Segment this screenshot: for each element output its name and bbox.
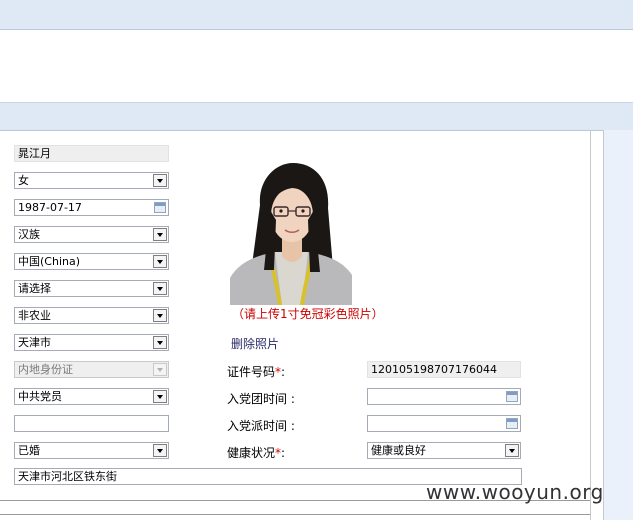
chevron-down-icon[interactable] — [153, 282, 167, 295]
divider-line — [0, 514, 590, 515]
party-join-label: 入党派时间 : — [227, 419, 295, 433]
native-place-value: 请选择 — [18, 282, 51, 295]
health-value: 健康或良好 — [371, 444, 426, 457]
region-value: 天津市 — [18, 336, 51, 349]
health-label: 健康状况*: — [227, 446, 286, 460]
name-field: 晁江月 — [14, 145, 169, 162]
delete-photo-link[interactable]: 删除照片 — [231, 335, 279, 352]
section-header-band — [0, 102, 633, 131]
text-input[interactable] — [14, 415, 169, 432]
chevron-down-icon[interactable] — [153, 444, 167, 457]
chevron-down-icon[interactable] — [153, 174, 167, 187]
id-type-value: 内地身份证 — [18, 363, 73, 376]
divider-line — [590, 130, 591, 520]
chevron-down-icon[interactable] — [505, 444, 519, 457]
region-select[interactable]: 天津市 — [14, 334, 169, 351]
chevron-down-icon[interactable] — [153, 390, 167, 403]
league-join-date-field[interactable] — [367, 388, 521, 405]
chevron-down-icon[interactable] — [153, 336, 167, 349]
address-value: 天津市河北区铁东街 — [18, 470, 117, 483]
name-value: 晁江月 — [18, 147, 51, 160]
native-place-select[interactable]: 请选择 — [14, 280, 169, 297]
colon: : — [281, 365, 286, 379]
colon: : — [281, 446, 286, 460]
divider-line — [603, 130, 604, 520]
household-type-value: 非农业 — [18, 309, 51, 322]
political-status-select[interactable]: 中共党员 — [14, 388, 169, 405]
nationality-value: 中国(China) — [18, 255, 81, 268]
gender-select[interactable]: 女 — [14, 172, 169, 189]
birth-date-value: 1987-07-17 — [18, 201, 82, 214]
chevron-down-icon[interactable] — [153, 255, 167, 268]
calendar-icon[interactable] — [506, 418, 518, 429]
calendar-icon[interactable] — [154, 202, 166, 213]
ethnicity-value: 汉族 — [18, 228, 40, 241]
gender-value: 女 — [18, 174, 29, 187]
league-join-label: 入党团时间 : — [227, 392, 295, 406]
chevron-down-icon — [153, 363, 167, 376]
id-number-label: 证件号码*: — [227, 365, 286, 379]
id-type-select: 内地身份证 — [14, 361, 169, 378]
household-type-select[interactable]: 非农业 — [14, 307, 169, 324]
calendar-icon[interactable] — [506, 391, 518, 402]
birth-date-field[interactable]: 1987-07-17 — [14, 199, 169, 216]
chevron-down-icon[interactable] — [153, 309, 167, 322]
political-status-value: 中共党员 — [18, 390, 62, 403]
right-panel — [603, 130, 633, 520]
photo-upload-note: （请上传1寸免冠彩色照片） — [232, 307, 384, 321]
id-number-field: 120105198707176044 — [367, 361, 521, 378]
ethnicity-select[interactable]: 汉族 — [14, 226, 169, 243]
nationality-select[interactable]: 中国(China) — [14, 253, 169, 270]
marital-status-select[interactable]: 已婚 — [14, 442, 169, 459]
health-select[interactable]: 健康或良好 — [367, 442, 521, 459]
profile-photo — [230, 160, 352, 305]
party-join-date-field[interactable] — [367, 415, 521, 432]
id-number-value: 120105198707176044 — [371, 363, 497, 376]
chevron-down-icon[interactable] — [153, 228, 167, 241]
top-header-band — [0, 0, 633, 30]
marital-status-value: 已婚 — [18, 444, 40, 457]
header-area — [0, 30, 633, 102]
watermark-text: www.wooyun.org — [426, 480, 604, 504]
